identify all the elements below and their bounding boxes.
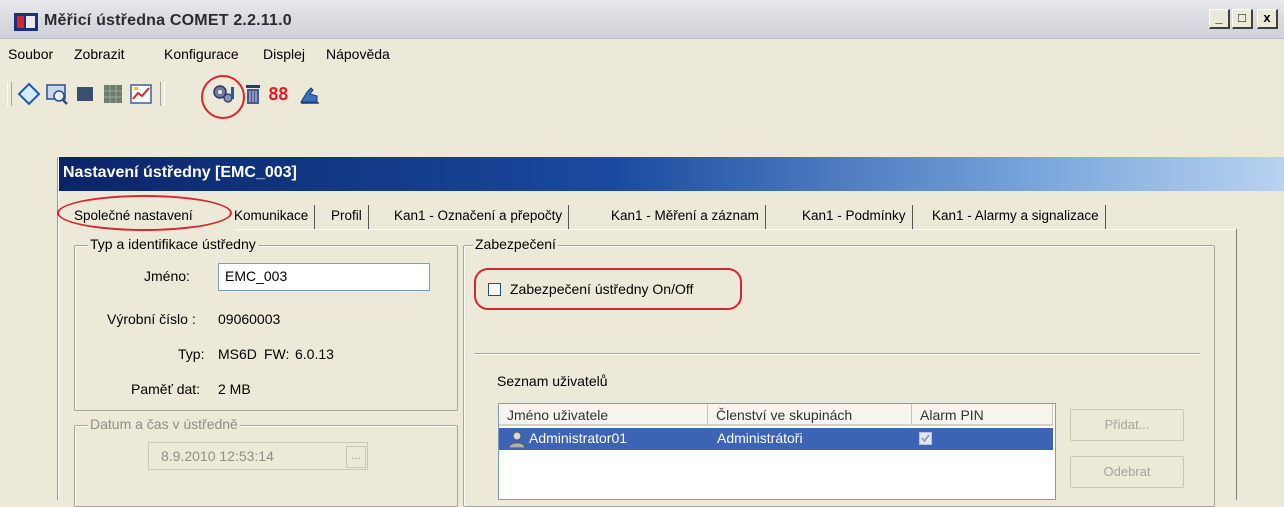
chart-icon[interactable] bbox=[129, 82, 153, 106]
type-label: Typ: bbox=[178, 346, 205, 362]
app-icon bbox=[14, 13, 38, 31]
tab-highlight-oval bbox=[57, 195, 232, 231]
toolbar-separator bbox=[160, 82, 165, 106]
menu-soubor[interactable]: Soubor bbox=[8, 46, 53, 62]
connect-icon[interactable] bbox=[17, 82, 41, 106]
tab-label: Profil bbox=[331, 208, 362, 223]
display-88-icon[interactable]: 88 bbox=[268, 84, 294, 106]
tab-komunikace[interactable]: Komunikace bbox=[228, 205, 316, 229]
tab-label: Kan1 - Podmínky bbox=[802, 208, 906, 223]
dialog-title: Nastavení ústředny [EMC_003] bbox=[63, 164, 297, 181]
stop-icon[interactable] bbox=[73, 82, 97, 106]
tab-profil[interactable]: Profil bbox=[325, 205, 369, 229]
user-groups-cell: Administrátoři bbox=[717, 430, 803, 446]
close-button[interactable]: x bbox=[1257, 9, 1278, 29]
column-header-username[interactable]: Jméno uživatele bbox=[499, 404, 708, 426]
tab-kan1-oznaceni[interactable]: Kan1 - Označení a přepočty bbox=[388, 205, 570, 229]
dialog-titlebar: Nastavení ústředny [EMC_003] bbox=[59, 157, 1284, 191]
menu-konfigurace[interactable]: Konfigurace bbox=[164, 46, 239, 62]
menu-napoveda[interactable]: Nápověda bbox=[326, 46, 390, 62]
tab-label: Komunikace bbox=[234, 208, 309, 223]
maximize-button[interactable]: □ bbox=[1232, 9, 1253, 29]
window-titlebar: Měřicí ústředna COMET 2.2.11.0 _ □ x bbox=[0, 0, 1284, 39]
tab-label: Kan1 - Alarmy a signalizace bbox=[932, 208, 1099, 223]
memory-label: Paměť dat: bbox=[131, 381, 201, 397]
toolbar-highlight-oval bbox=[201, 75, 245, 119]
name-label: Jméno: bbox=[144, 268, 190, 284]
menu-zobrazit[interactable]: Zobrazit bbox=[74, 46, 125, 62]
column-header-alarm-pin[interactable]: Alarm PIN bbox=[912, 404, 1053, 426]
security-highlight-oval bbox=[474, 268, 742, 310]
tab-panel-right-edge bbox=[1236, 229, 1237, 500]
name-input[interactable]: EMC_003 bbox=[218, 263, 430, 291]
user-name-cell: Administrator01 bbox=[529, 430, 628, 446]
users-list-label: Seznam uživatelů bbox=[497, 373, 608, 389]
tab-strip: Společné nastavení Komunikace Profil Kan… bbox=[58, 205, 1238, 229]
remove-user-button[interactable]: Odebrat bbox=[1070, 456, 1184, 488]
column-header-groups[interactable]: Členství ve skupinách bbox=[708, 404, 912, 426]
checkmark-icon bbox=[921, 434, 930, 443]
search-icon[interactable] bbox=[45, 82, 69, 106]
tab-kan1-podminky[interactable]: Kan1 - Podmínky bbox=[796, 205, 913, 229]
minimize-button[interactable]: _ bbox=[1209, 9, 1230, 29]
memory-value: 2 MB bbox=[218, 381, 251, 397]
fw-value: 6.0.13 bbox=[295, 346, 334, 362]
tab-kan1-alarmy[interactable]: Kan1 - Alarmy a signalizace bbox=[926, 205, 1106, 229]
serial-label: Výrobní číslo : bbox=[107, 311, 196, 327]
toolbar-grip bbox=[7, 82, 12, 106]
window-title: Měřicí ústředna COMET 2.2.11.0 bbox=[44, 12, 292, 29]
security-divider bbox=[474, 353, 1200, 355]
menu-displej[interactable]: Displej bbox=[263, 46, 305, 62]
tab-label: Kan1 - Označení a přepočty bbox=[394, 208, 563, 223]
serial-value: 09060003 bbox=[218, 311, 281, 327]
alarm-pin-checkbox[interactable] bbox=[919, 432, 932, 445]
add-user-button[interactable]: Přidat... bbox=[1070, 409, 1184, 441]
type-value: MS6D bbox=[218, 346, 257, 362]
fw-label: FW: bbox=[264, 346, 290, 362]
tab-panel-top-edge bbox=[236, 229, 1236, 230]
datetime-picker-button[interactable]: ... bbox=[346, 446, 366, 468]
datetime-group-title: Datum a čas v ústředně bbox=[88, 416, 240, 432]
tab-kan1-mereni[interactable]: Kan1 - Měření a záznam bbox=[605, 205, 766, 229]
datetime-field[interactable]: 8.9.2010 12:53:14 bbox=[148, 442, 368, 470]
toolbar: 88 bbox=[0, 74, 1284, 114]
grid-icon[interactable] bbox=[101, 82, 125, 106]
identification-group-title: Typ a identifikace ústředny bbox=[88, 236, 258, 252]
hand-icon[interactable] bbox=[297, 82, 321, 106]
users-list[interactable]: Jméno uživatele Členství ve skupinách Al… bbox=[498, 403, 1056, 500]
tab-label: Kan1 - Měření a záznam bbox=[611, 208, 759, 223]
security-group-title: Zabezpečení bbox=[473, 236, 558, 252]
user-icon bbox=[508, 431, 526, 448]
